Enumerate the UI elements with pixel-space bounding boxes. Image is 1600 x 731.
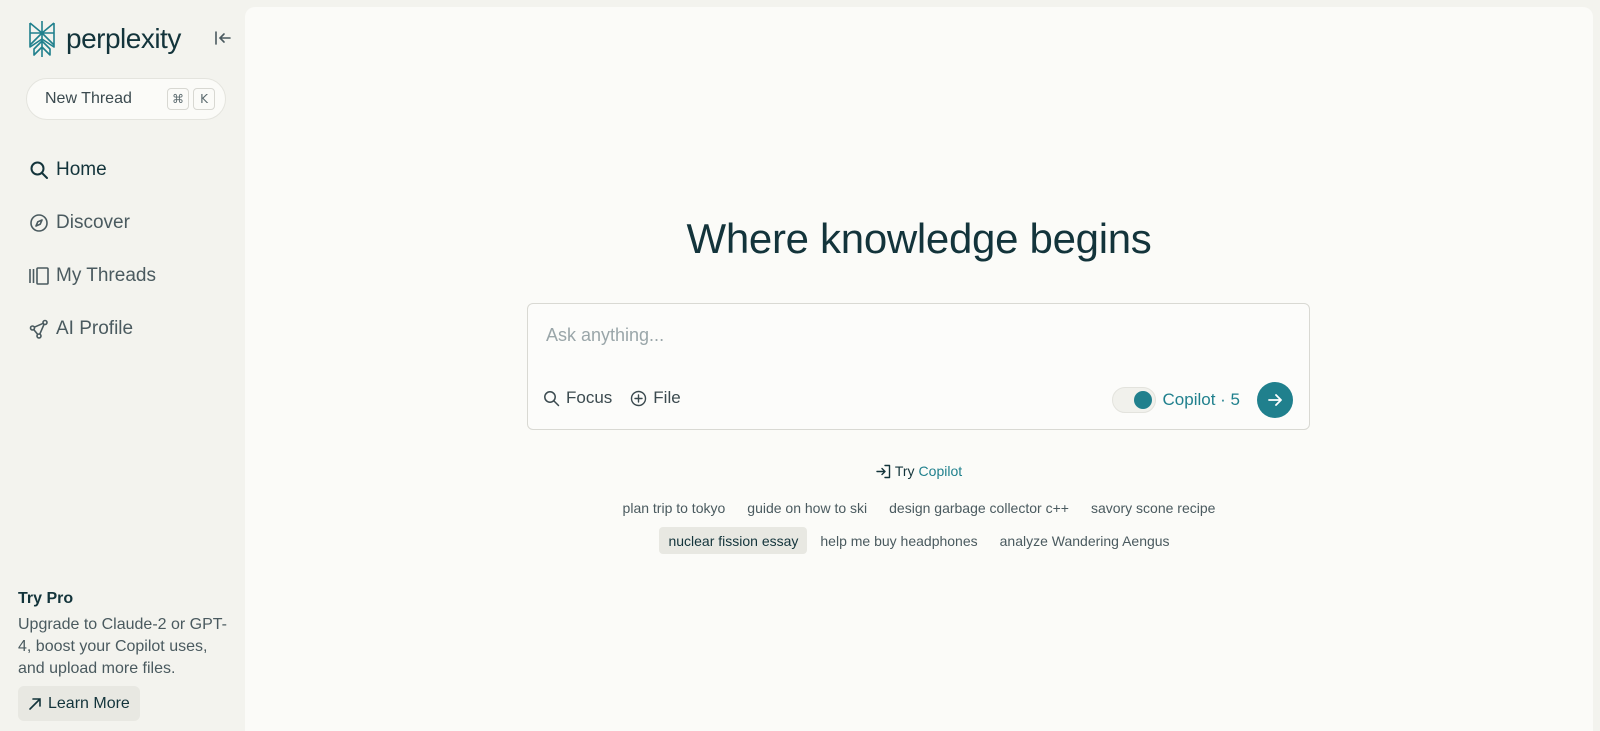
collapse-icon [215,31,231,45]
suggestion-chip[interactable]: savory scone recipe [1082,494,1225,521]
ask-tools: Focus File [543,388,699,408]
search-icon [544,390,560,406]
submit-button[interactable] [1257,382,1293,418]
suggestions-row-2: nuclear fission essay help me buy headph… [245,527,1593,554]
focus-button[interactable]: Focus [543,388,612,408]
sidebar-item-label: Discover [56,211,130,233]
shortcut-hint: ⌘ K [167,88,215,110]
sidebar-item-ai-profile[interactable]: AI Profile [28,302,228,355]
try-label: Try [894,463,915,479]
ask-input[interactable] [546,322,1286,348]
suggestion-chip[interactable]: plan trip to tokyo [614,494,735,521]
learn-more-label: Learn More [48,694,130,712]
cmd-key: ⌘ [167,88,189,110]
main-panel: Where knowledge begins Focus File Copilo… [245,7,1593,731]
perplexity-logo-icon [29,21,55,57]
new-thread-button[interactable]: New Thread ⌘ K [26,78,226,120]
file-button[interactable]: File [630,388,681,408]
sidebar-item-home[interactable]: Home [28,143,228,196]
sidebar-item-label: My Threads [56,264,156,286]
focus-label: Focus [566,388,613,407]
promo-text: Upgrade to Claude-2 or GPT-4, boost your… [18,616,227,677]
suggestion-chip[interactable]: analyze Wandering Aengus [991,527,1179,554]
new-thread-label: New Thread [45,90,132,107]
sidebar: perplexity New Thread ⌘ K Home Discover [0,0,245,731]
logo[interactable]: perplexity [26,18,236,60]
copilot-label: Copilot · 5 [1162,390,1240,409]
library-icon [28,265,50,287]
ask-box: Focus File Copilot · 5 [527,303,1310,430]
suggestion-chip[interactable]: guide on how to ski [738,494,876,521]
promo-title: Try Pro [18,590,74,607]
sidebar-nav: Home Discover My Threads AI Profile [28,143,228,355]
plus-circle-icon [631,390,647,406]
suggestion-chip[interactable]: help me buy headphones [811,527,986,554]
copilot-toggle[interactable] [1111,387,1156,413]
compass-icon [28,212,50,234]
share-nodes-icon [28,318,50,340]
sidebar-item-my-threads[interactable]: My Threads [28,249,228,302]
copilot-link: Copilot [918,463,963,479]
ask-actions: Copilot · 5 [1111,382,1293,418]
try-copilot-link[interactable]: Try Copilot [245,463,1593,479]
suggestions-row-1: plan trip to tokyo guide on how to ski d… [245,494,1593,521]
page-title: Where knowledge begins [686,215,1152,262]
toggle-knob [1133,391,1152,409]
search-icon [28,159,50,181]
learn-more-button[interactable]: Learn More [18,686,140,721]
suggestion-chip[interactable]: design garbage collector c++ [880,494,1078,521]
sidebar-item-label: Home [56,158,107,180]
suggestion-chip[interactable]: nuclear fission essay [659,527,808,554]
sidebar-item-discover[interactable]: Discover [28,196,228,249]
sidebar-item-label: AI Profile [56,317,134,339]
arrow-up-right-icon [29,697,41,710]
arrow-right-icon [1268,394,1282,406]
file-label: File [653,388,681,407]
brand-name: perplexity [66,23,181,54]
collapse-sidebar-button[interactable] [212,28,234,48]
k-key: K [193,88,215,110]
sign-in-icon [876,464,891,478]
try-pro-promo: Try Pro Upgrade to Claude-2 or GPT-4, bo… [18,590,233,721]
